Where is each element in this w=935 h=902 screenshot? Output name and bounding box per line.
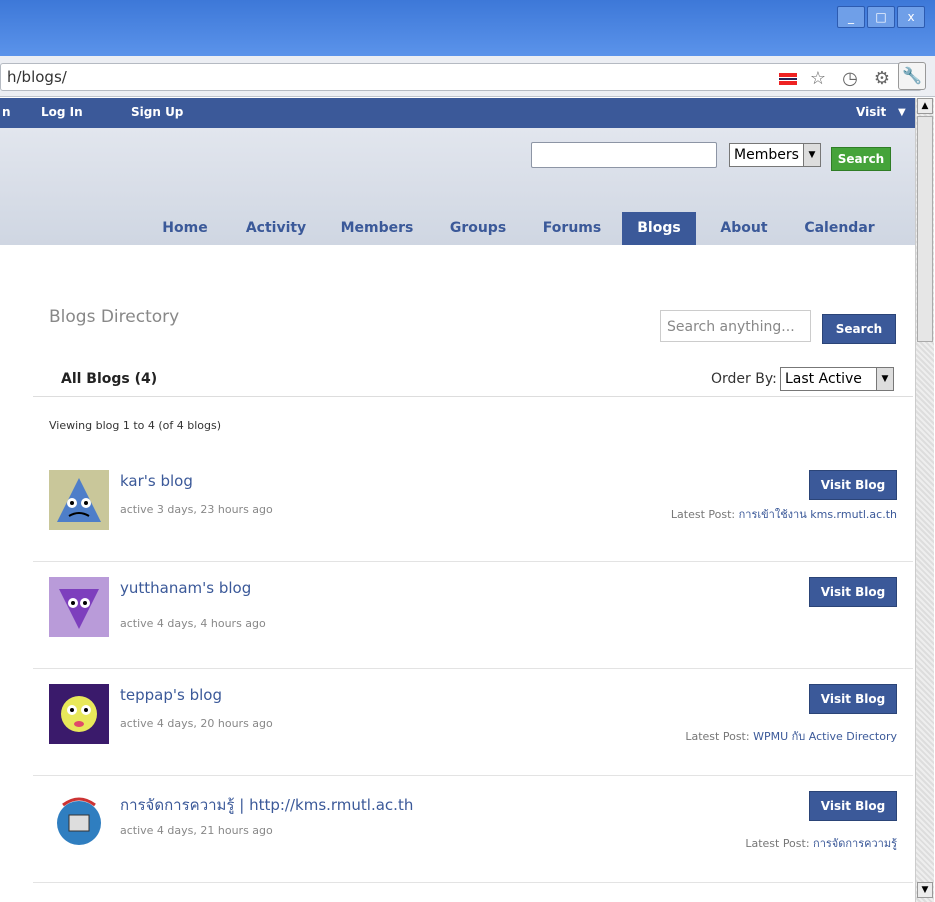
avatar[interactable] (49, 577, 109, 637)
order-by-label: Order By: (711, 371, 777, 387)
nav-forums[interactable]: Forums (530, 212, 614, 245)
latest-post: Latest Post: การเข้าใช้งาน kms.rmutl.ac.… (671, 505, 897, 523)
list-item: kar's blog active 3 days, 23 hours ago V… (33, 470, 913, 576)
window-titlebar: _ □ x (0, 0, 935, 56)
search-scope-select[interactable]: Members ▼ (729, 143, 821, 167)
latest-post-label: Latest Post: (745, 837, 810, 850)
latest-post-link[interactable]: WPMU กับ Active Directory (753, 730, 897, 743)
blog-title-link[interactable]: teppap's blog (120, 686, 222, 704)
nav-members[interactable]: Members (328, 212, 426, 245)
header-search-button[interactable]: Search (831, 147, 891, 171)
site-header: Members ▼ Search Home Activity Members G… (0, 128, 915, 245)
blog-title-link[interactable]: kar's blog (120, 472, 193, 490)
pagination-count: Viewing blog 1 to 4 (of 4 blogs) (49, 419, 222, 432)
latest-post: Latest Post: การจัดการความรู้ (745, 834, 897, 852)
blog-title-link[interactable]: yutthanam's blog (120, 579, 251, 597)
avatar[interactable] (49, 684, 109, 744)
latest-post-link[interactable]: การจัดการความรู้ (813, 837, 897, 850)
url-text: h/blogs/ (7, 68, 67, 86)
blog-last-active: active 4 days, 4 hours ago (120, 617, 266, 630)
latest-post: Latest Post: WPMU กับ Active Directory (685, 727, 897, 745)
page-title: Blogs Directory (49, 307, 180, 327)
latest-post-link[interactable]: การเข้าใช้งาน kms.rmutl.ac.th (739, 508, 897, 521)
visit-blog-button[interactable]: Visit Blog (809, 470, 897, 500)
url-field[interactable]: h/blogs/ ☆ ◷ ⚙ (0, 63, 922, 91)
item-divider (33, 775, 913, 776)
directory-search-button[interactable]: Search (822, 314, 896, 344)
order-by-select[interactable]: Last Active ▼ (780, 367, 894, 391)
item-divider (33, 668, 913, 669)
thai-flag-icon (779, 72, 797, 85)
item-divider (33, 882, 913, 883)
visit-menu[interactable]: Visit (856, 105, 886, 119)
nav-groups[interactable]: Groups (434, 212, 522, 245)
order-by-value: Last Active (785, 371, 862, 387)
nav-home[interactable]: Home (146, 212, 224, 245)
blog-last-active: active 4 days, 20 hours ago (120, 717, 273, 730)
list-item: teppap's blog active 4 days, 20 hours ag… (33, 684, 913, 790)
visit-blog-button[interactable]: Visit Blog (809, 577, 897, 607)
latest-post-label: Latest Post: (685, 730, 750, 743)
history-icon[interactable]: ◷ (839, 68, 861, 89)
nav-blogs[interactable]: Blogs (622, 212, 696, 245)
maximize-button[interactable]: □ (867, 6, 895, 28)
avatar[interactable] (49, 791, 109, 851)
scroll-down-arrow[interactable]: ▼ (917, 882, 933, 898)
chevron-down-icon: ▼ (876, 368, 893, 390)
star-icon[interactable]: ☆ (807, 68, 829, 89)
visit-blog-button[interactable]: Visit Blog (809, 684, 897, 714)
chevron-down-icon: ▼ (803, 144, 820, 166)
scroll-up-arrow[interactable]: ▲ (917, 98, 933, 114)
wrench-icon[interactable]: 🔧 (898, 62, 926, 90)
address-bar-area: h/blogs/ ☆ ◷ ⚙ 🔧 (0, 56, 935, 97)
minimize-button[interactable]: _ (837, 6, 865, 28)
login-link[interactable]: Log In (41, 105, 83, 119)
close-button[interactable]: x (897, 6, 925, 28)
avatar[interactable] (49, 470, 109, 530)
search-scope-value: Members (734, 147, 799, 163)
latest-post-label: Latest Post: (670, 508, 736, 521)
blog-last-active: active 3 days, 23 hours ago (120, 503, 273, 516)
nav-about[interactable]: About (704, 212, 784, 245)
list-item: yutthanam's blog active 4 days, 4 hours … (33, 577, 913, 683)
nav-calendar[interactable]: Calendar (792, 212, 887, 245)
blog-last-active: active 4 days, 21 hours ago (120, 824, 273, 837)
adminbar-item-partial[interactable]: n (2, 105, 11, 119)
visit-blog-button[interactable]: Visit Blog (809, 791, 897, 821)
item-divider (33, 561, 913, 562)
scrollbar-thumb[interactable] (917, 116, 933, 342)
blog-title-link[interactable]: การจัดการความรู้ | http://kms.rmutl.ac.t… (120, 793, 413, 817)
tab-all-blogs[interactable]: All Blogs (4) (61, 371, 157, 387)
gear-icon[interactable]: ⚙ (871, 68, 893, 89)
scrollbar[interactable]: ▲ ▼ (915, 98, 934, 902)
chevron-down-icon[interactable]: ▼ (898, 107, 906, 118)
signup-link[interactable]: Sign Up (131, 105, 183, 119)
nav-activity[interactable]: Activity (232, 212, 320, 245)
header-search-input[interactable] (531, 142, 717, 168)
divider (33, 396, 913, 397)
list-item: การจัดการความรู้ | http://kms.rmutl.ac.t… (33, 791, 913, 897)
directory-search-input[interactable]: Search anything... (660, 310, 811, 342)
admin-bar: n Log In Sign Up Visit ▼ (0, 98, 915, 128)
